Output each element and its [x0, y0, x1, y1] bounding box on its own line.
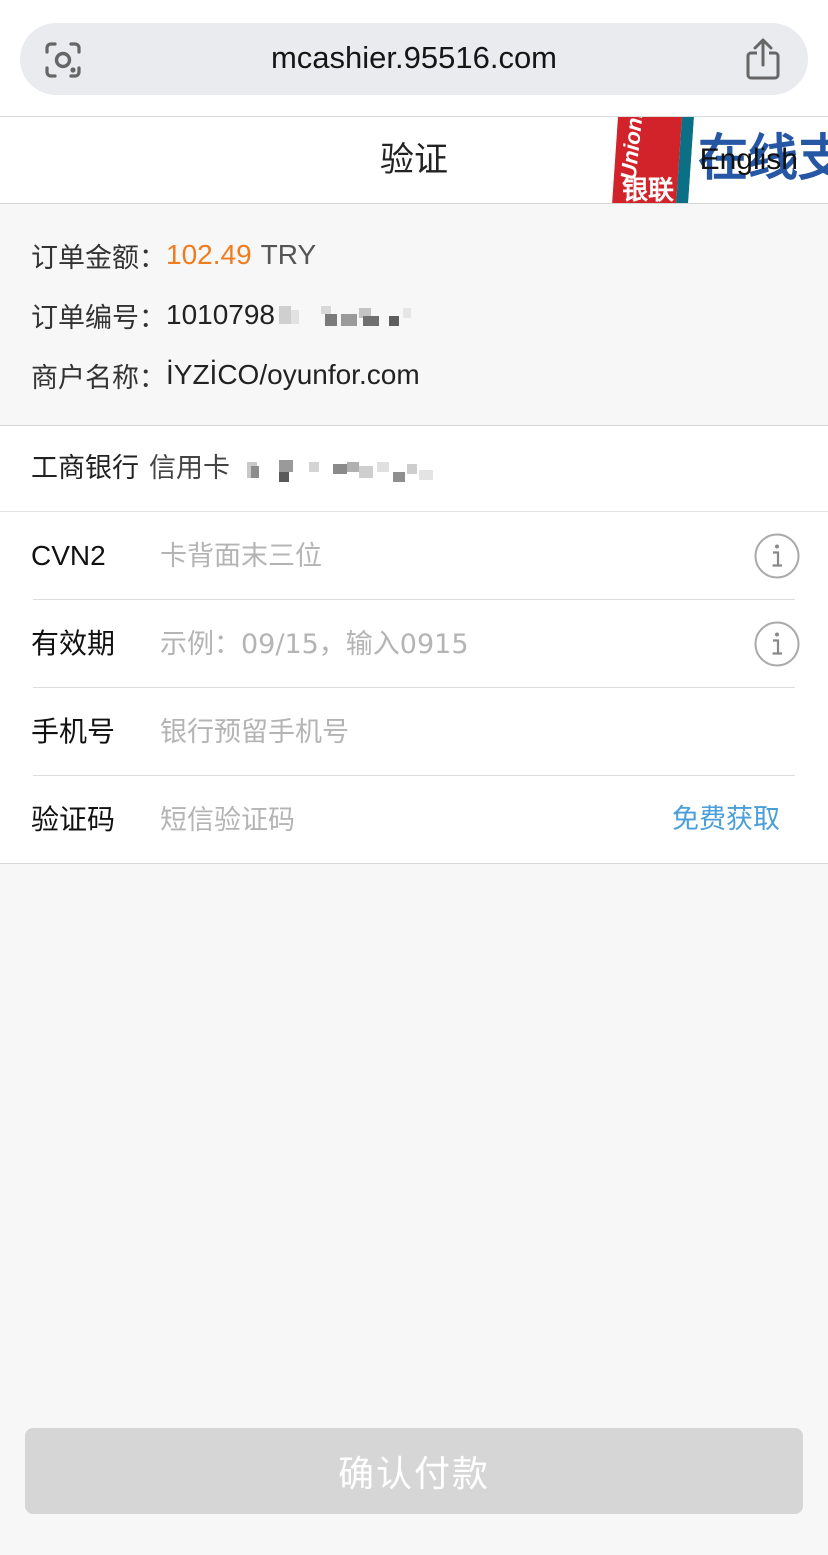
merchant-label: 商户名称：: [31, 362, 166, 394]
sms-code-row: 验证码 免费获取: [0, 776, 828, 864]
order-number-row: 订单编号： 1010798: [31, 295, 417, 335]
language-switch-link[interactable]: English: [700, 117, 798, 203]
sms-code-input[interactable]: [160, 798, 640, 842]
address-bar[interactable]: mcashier.95516.com: [20, 23, 808, 95]
url-text[interactable]: mcashier.95516.com: [20, 23, 808, 93]
page-header: 验证 UnionPay 银联 在线支付 English: [0, 116, 828, 204]
order-amount-label: 订单金额：: [31, 242, 166, 274]
bank-name: 工商银行: [31, 453, 139, 484]
merchant-value: İYZİCO/oyunfor.com: [166, 359, 420, 390]
order-number-label: 订单编号：: [31, 302, 166, 334]
get-sms-code-button[interactable]: 免费获取: [672, 776, 780, 864]
expiry-row: 有效期: [0, 600, 828, 688]
share-icon[interactable]: [744, 38, 782, 80]
merchant-row: 商户名称： İYZİCO/oyunfor.com: [31, 355, 420, 395]
info-icon[interactable]: [754, 533, 800, 579]
expiry-label: 有效期: [31, 627, 116, 660]
svg-text:银联: 银联: [622, 176, 674, 204]
info-icon[interactable]: [754, 621, 800, 667]
redacted-card-number: [246, 459, 433, 482]
sms-code-label: 验证码: [31, 803, 116, 836]
cvn2-label: CVN2: [31, 540, 106, 571]
cvn2-input[interactable]: [160, 534, 700, 578]
card-bank: 工商银行 信用卡: [31, 426, 447, 512]
phone-label: 手机号: [31, 715, 116, 748]
cvn2-row: CVN2: [0, 512, 828, 600]
order-summary: 订单金额： 102.49 TRY 订单编号： 1010798 商户名称： İYZ…: [0, 204, 828, 426]
browser-toolbar: mcashier.95516.com: [0, 0, 828, 116]
order-number-value: 1010798: [166, 299, 276, 330]
order-amount-row: 订单金额： 102.49 TRY: [31, 235, 316, 275]
redacted-order-number: [279, 306, 412, 326]
order-amount-value: 102.49: [166, 239, 252, 270]
verification-form: CVN2 有效期 手机号 验证码 免费获取: [0, 512, 828, 864]
order-currency: TRY: [260, 239, 317, 270]
phone-input[interactable]: [160, 710, 700, 754]
card-type: 信用卡: [149, 453, 230, 484]
confirm-payment-button[interactable]: 确认付款: [25, 1428, 803, 1514]
expiry-input[interactable]: [160, 622, 700, 666]
card-info-row: 工商银行 信用卡: [0, 426, 828, 512]
phone-row: 手机号: [0, 688, 828, 776]
